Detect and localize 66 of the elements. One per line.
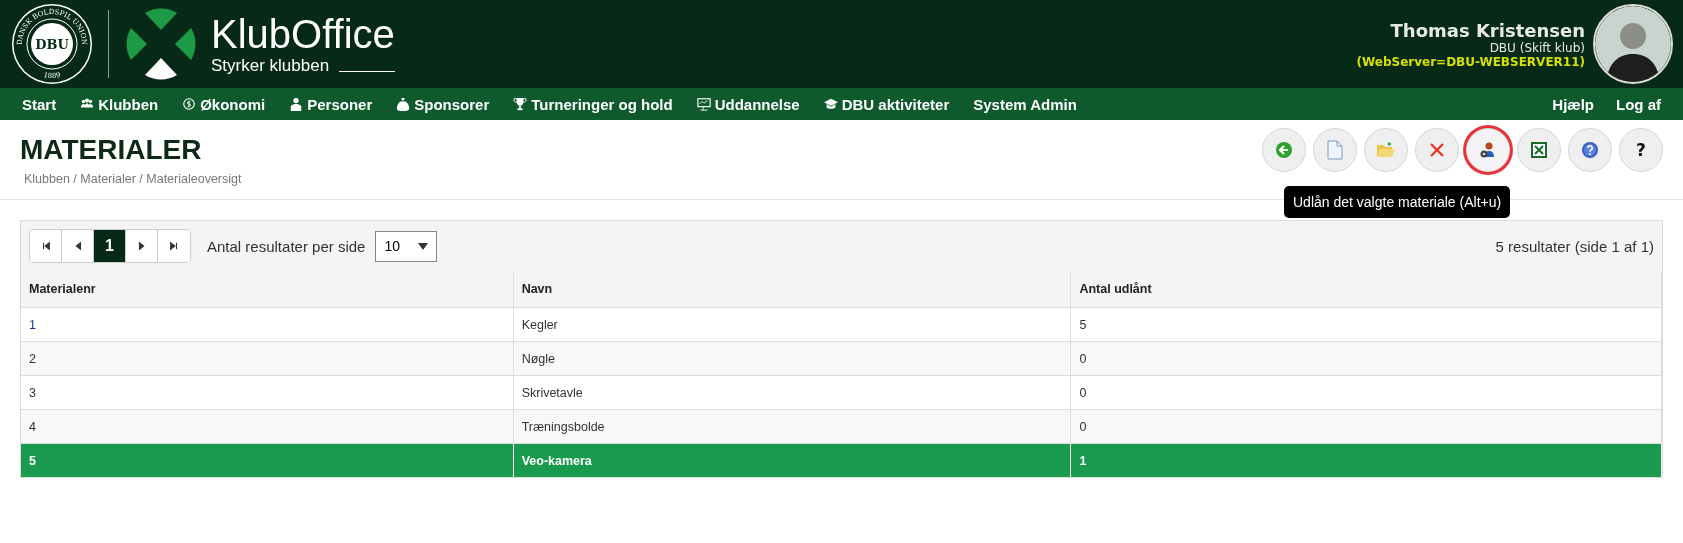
column-header[interactable]: Antal udlånt bbox=[1070, 271, 1662, 308]
results-summary: 5 resultater (side 1 af 1) bbox=[1495, 237, 1654, 255]
person-gear-icon bbox=[1479, 141, 1497, 159]
page-title: MATERIALER bbox=[20, 134, 203, 166]
nav-item[interactable]: Turneringer og hold bbox=[513, 95, 673, 113]
nav-item[interactable]: Sponsorer bbox=[396, 95, 490, 113]
column-header[interactable]: Materialenr bbox=[21, 271, 514, 308]
nav-item[interactable]: Start bbox=[22, 95, 57, 113]
money-bag-icon bbox=[396, 97, 411, 111]
nav-item[interactable]: System Admin bbox=[973, 95, 1077, 113]
table-cell: 0 bbox=[1070, 341, 1662, 376]
page-button[interactable]: 1 bbox=[94, 230, 126, 262]
nav-item[interactable]: Personer bbox=[289, 95, 373, 113]
close-icon bbox=[1429, 142, 1445, 158]
user-name: Thomas Kristensen bbox=[1390, 19, 1585, 41]
nav-link[interactable]: Hjælp bbox=[1552, 95, 1594, 113]
club-switch-link[interactable]: DBU (Skift klub) bbox=[1489, 40, 1585, 55]
person-icon bbox=[289, 97, 304, 111]
tooltip: Udlån det valgte materiale (Alt+u) bbox=[1284, 186, 1511, 218]
table-cell: 1 bbox=[1070, 443, 1662, 477]
brand-name: KlubOffice bbox=[211, 12, 396, 56]
document-icon bbox=[1327, 140, 1343, 160]
trophy-icon bbox=[513, 97, 528, 111]
toolbar-button[interactable] bbox=[1568, 128, 1612, 172]
table-cell: Træningsbolde bbox=[513, 409, 1071, 444]
brand-tagline: Styrker klubben bbox=[211, 56, 330, 76]
server-label: (WebServer=DBU-WEBSERVER11) bbox=[1356, 54, 1585, 69]
toolbar-button[interactable] bbox=[1262, 128, 1306, 172]
nav-link[interactable]: Log af bbox=[1616, 95, 1661, 113]
first-page-icon bbox=[40, 241, 51, 251]
coin-icon bbox=[182, 97, 197, 111]
nav-item[interactable]: Uddannelse bbox=[696, 95, 800, 113]
table-cell: 0 bbox=[1070, 409, 1662, 444]
dropdown-caret-icon bbox=[418, 242, 429, 250]
folder-icon bbox=[1376, 141, 1396, 159]
next-page-icon bbox=[136, 241, 147, 251]
table-cell: Veo-kamera bbox=[513, 443, 1071, 477]
presentation-board-icon bbox=[696, 97, 711, 111]
toolbar-button[interactable] bbox=[1466, 128, 1510, 172]
last-page-icon bbox=[169, 241, 179, 251]
table-cell: 0 bbox=[1070, 375, 1662, 410]
table-cell: 5 bbox=[1070, 307, 1662, 342]
table-cell: 2 bbox=[21, 341, 514, 376]
people-icon bbox=[80, 97, 95, 111]
graduation-cap-icon bbox=[823, 97, 838, 111]
table-cell: 5 bbox=[21, 443, 514, 477]
nav-item[interactable]: DBU aktiviteter bbox=[823, 95, 950, 113]
per-page-label: Antal resultater per side bbox=[207, 237, 366, 255]
column-header[interactable]: Navn bbox=[513, 271, 1071, 308]
spreadsheet-icon bbox=[1530, 141, 1548, 159]
per-page-dropdown[interactable]: 10 bbox=[375, 230, 438, 262]
toolbar-button[interactable] bbox=[1517, 128, 1561, 172]
breadcrumb: Klubben / Materialer / Materialeoversigt bbox=[24, 172, 242, 186]
table-cell: Skrivetavle bbox=[513, 375, 1071, 410]
table-cell: 4 bbox=[21, 409, 514, 444]
first-page-button[interactable] bbox=[30, 230, 62, 262]
table-cell: Kegler bbox=[513, 307, 1071, 342]
toolbar-button[interactable] bbox=[1415, 128, 1459, 172]
help-icon bbox=[1581, 141, 1599, 159]
table-cell[interactable]: 1 bbox=[21, 307, 514, 342]
nav-item[interactable]: Økonomi bbox=[182, 95, 266, 113]
table-cell: 3 bbox=[21, 375, 514, 410]
toolbar-button[interactable]: ? bbox=[1619, 128, 1663, 172]
table-cell: Nøgle bbox=[513, 341, 1071, 376]
back-arrow-icon bbox=[1275, 141, 1293, 159]
nav-item[interactable]: Klubben bbox=[80, 95, 159, 113]
